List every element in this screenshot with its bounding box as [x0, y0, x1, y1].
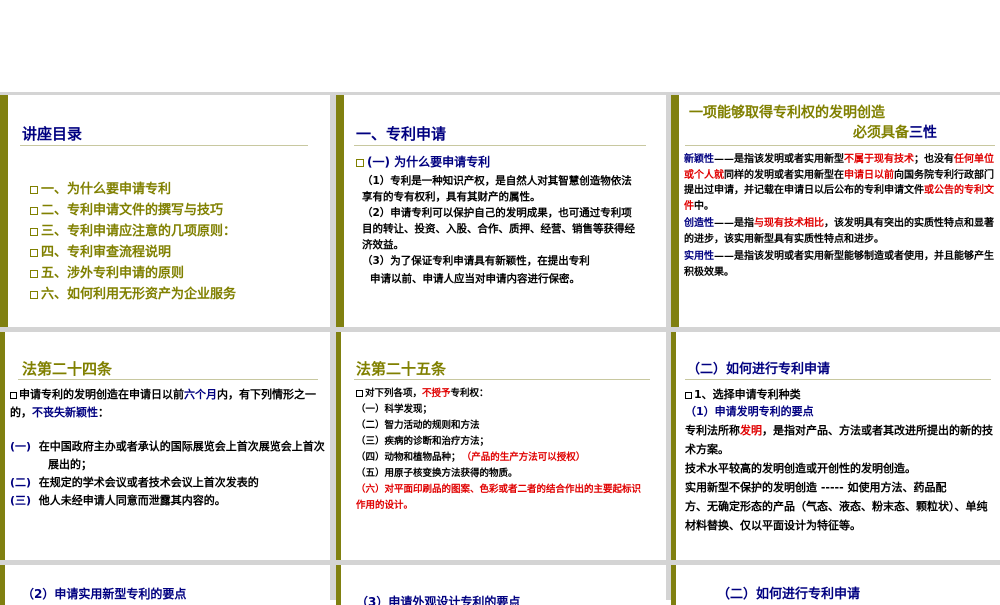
slide-title: （3）申请外观设计专利的要点 [356, 595, 521, 605]
novelty-paragraph: 新颖性——是指该发明或者实用新型不属于现有技术；也没有任何单位或个人就同样的发明… [684, 154, 994, 212]
slide-accent-bar [0, 95, 8, 327]
slide-subtitle: (一) 为什么要申请专利 [356, 153, 490, 170]
paragraph: （3）为了保证专利申请具有新颖性，在提出专利 [362, 255, 590, 267]
slide-thumbnail-6[interactable]: （二）如何进行专利申请 1、选择申请专利种类 （1）申请发明专利的要点 专利法所… [671, 332, 1000, 560]
slide-thumbnail-8[interactable]: （3）申请外观设计专利的要点 [336, 565, 666, 605]
slide-thumbnail-5[interactable]: 法第二十五条 对下列各项，不授予专利权： （一）科学发现； （二）智力活动的规则… [336, 332, 666, 560]
slide-accent-bar [671, 565, 676, 605]
slide-accent-bar [336, 95, 344, 327]
toc-item: 六、如何利用无形资产为企业服务 [30, 283, 236, 302]
slide-title: 一项能够取得专利权的发明创造 [689, 105, 885, 121]
slide-body: （1）专利是一种知识产权，是自然人对其智慧创造物依法享有的专有权利，具有其财产的… [362, 173, 640, 287]
list-item: (二) 在规定的学术会议或者技术会议上首次发表的 [10, 476, 259, 489]
paragraph: 方、无确定形态的产品（气态、液态、粉末态、颗粒状）、单纯材料替换、仅以平面设计为… [685, 500, 988, 532]
paragraph: 专利法所称发明，是指对产品、方法或者其改进所提出的新的技术方案。 [685, 424, 993, 456]
slide-thumbnail-1[interactable]: 讲座目录 一、为什么要申请专利 二、专利申请文件的撰写与技巧 三、专利申请应注意… [0, 95, 330, 327]
toc-item: 二、专利申请文件的撰写与技巧 [30, 199, 223, 218]
slide-title-line2: 必须具备三性 [853, 125, 937, 141]
bullet-icon [30, 206, 38, 215]
slide-body: 1、选择申请专利种类 （1）申请发明专利的要点 专利法所称发明，是指对产品、方法… [685, 385, 993, 535]
slide-accent-bar [671, 95, 679, 327]
bullet-icon [30, 269, 38, 278]
toc-item: 四、专利审查流程说明 [30, 241, 171, 260]
list-item: (三) 他人未经申请人同意而泄露其内容的。 [10, 494, 226, 507]
title-rule [18, 379, 318, 380]
slide-thumbnail-4[interactable]: 法第二十四条 申请专利的发明创造在申请日以前六个月内，有下列情形之一的，不丧失新… [0, 332, 330, 560]
slide-title: 法第二十五条 [356, 360, 447, 378]
paragraph: （1）专利是一种知识产权，是自然人对其智慧创造物依法享有的专有权利，具有其财产的… [362, 175, 632, 203]
slide-thumbnail-9[interactable]: （二）如何进行专利申请 [671, 565, 1000, 605]
title-rule [685, 145, 995, 146]
toc-item: 三、专利申请应注意的几项原则： [30, 220, 236, 239]
title-rule [354, 145, 646, 146]
slide-body: 新颖性——是指该发明或者实用新型不属于现有技术；也没有任何单位或个人就同样的发明… [684, 152, 996, 280]
bullet-icon [30, 248, 38, 257]
title-rule [354, 379, 650, 380]
bullet-icon [356, 390, 363, 397]
slide-thumbnail-2[interactable]: 一、专利申请 (一) 为什么要申请专利 （1）专利是一种知识产权，是自然人对其智… [336, 95, 666, 327]
paragraph: 申请以前、申请人应当对申请内容进行保密。 [370, 273, 580, 285]
list-item: (一) 在中国政府主办或者承认的国际展览会上首次展览会上首次展出的； [10, 440, 325, 471]
slide-accent-bar [0, 565, 5, 605]
slide-thumbnail-7[interactable]: （2）申请实用新型专利的要点 [0, 565, 330, 605]
list-item: （六）对平面印刷品的图案、色彩或者二者的结合作出的主要起标识作用的设计。 [356, 484, 642, 511]
slide-title: （二）如何进行专利申请 [717, 587, 861, 602]
intro-paragraph: 申请专利的发明创造在申请日以前六个月内，有下列情形之一的，不丧失新颖性： [10, 388, 316, 419]
slide-title: （2）申请实用新型专利的要点 [22, 587, 187, 601]
toc-item: 一、为什么要申请专利 [30, 178, 171, 197]
bullet-icon [356, 158, 364, 167]
bullet-icon [30, 290, 38, 299]
list-item: （五）用原子核变换方法获得的物质。 [356, 468, 518, 479]
bullet-icon [10, 391, 17, 399]
subheading: （1）申请发明专利的要点 [685, 405, 814, 418]
bullet-icon [30, 185, 38, 194]
paragraph: 技术水平较高的发明创造或开创性的发明创造。 [685, 462, 916, 475]
slide-title: 一、专利申请 [356, 125, 447, 143]
slide-title: 讲座目录 [22, 125, 83, 143]
list-item: （二）智力活动的规则和方法 [356, 420, 480, 431]
bullet-icon [685, 391, 692, 399]
slide-title: （二）如何进行专利申请 [687, 362, 831, 377]
slide-title: 法第二十四条 [22, 360, 113, 378]
creative-paragraph: 创造性——是指与现有技术相比，该发明具有突出的实质性特点和显著的进步，该实用新型… [684, 218, 994, 245]
slide-body: 申请专利的发明创造在申请日以前六个月内，有下列情形之一的，不丧失新颖性： (一)… [10, 386, 325, 510]
list-item: （四）动物和植物品种； （产品的生产方法可以授权） [356, 452, 586, 463]
intro-paragraph: 对下列各项，不授予专利权： [356, 386, 646, 402]
paragraph: （2）申请专利可以保护自己的发明成果，也可通过专利项目的转让、投资、入股、合作、… [362, 207, 635, 251]
toc-item: 五、涉外专利申请的原则 [30, 262, 184, 281]
list-item: （一）科学发现； [356, 404, 433, 415]
paragraph: 实用新型不保护的发明创造 ----- 如使用方法、药品配 [685, 481, 947, 494]
list-item: （三）疾病的诊断和治疗方法； [356, 436, 490, 447]
practical-paragraph: 实用性——是指该发明或者实用新型能够制造或者使用，并且能够产生积极效果。 [684, 251, 994, 278]
slide-accent-bar [336, 565, 341, 605]
title-rule [20, 145, 308, 146]
title-rule [685, 379, 991, 380]
slide-accent-bar [0, 332, 5, 560]
slide-thumbnail-3[interactable]: 一项能够取得专利权的发明创造 必须具备三性 新颖性——是指该发明或者实用新型不属… [671, 95, 1000, 327]
slide-body: 对下列各项，不授予专利权： （一）科学发现； （二）智力活动的规则和方法 （三）… [356, 386, 646, 514]
slide-accent-bar [671, 332, 676, 560]
bullet-icon [30, 227, 38, 236]
slide-accent-bar [336, 332, 341, 560]
